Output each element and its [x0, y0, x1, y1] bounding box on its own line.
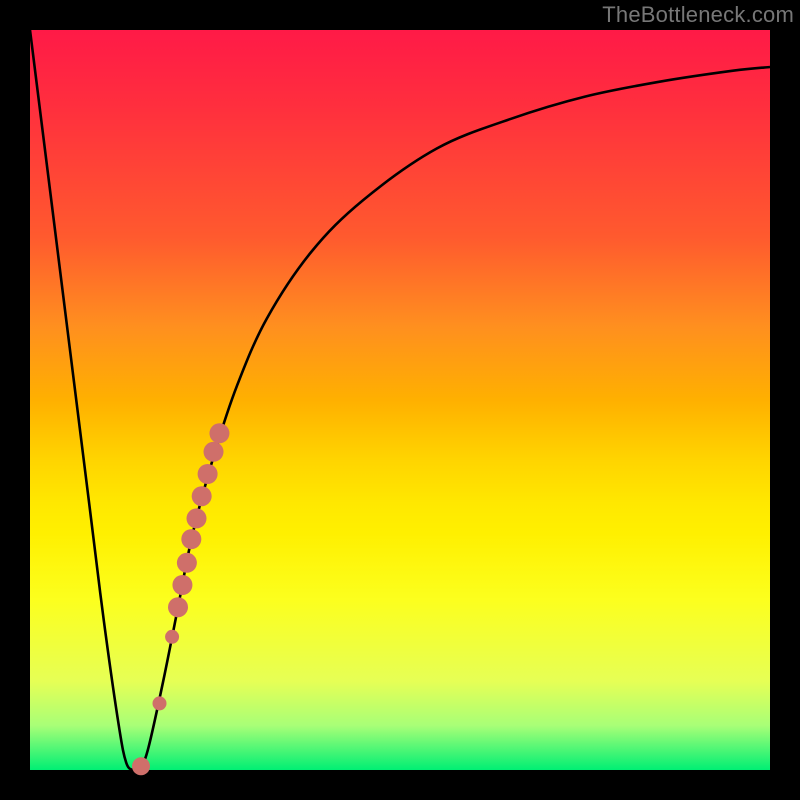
bottleneck-curve: [30, 30, 770, 770]
highlight-dot: [204, 442, 224, 462]
highlight-dot: [153, 696, 167, 710]
highlight-dot: [181, 529, 201, 549]
highlight-dot: [132, 757, 150, 775]
highlight-dot: [209, 423, 229, 443]
highlight-dots: [132, 423, 229, 775]
highlight-dot: [177, 553, 197, 573]
highlight-dot: [187, 508, 207, 528]
highlight-dot: [192, 486, 212, 506]
plot-area: [30, 30, 770, 770]
highlight-dot: [165, 630, 179, 644]
highlight-dot: [172, 575, 192, 595]
highlight-dot: [198, 464, 218, 484]
highlight-dot: [168, 597, 188, 617]
chart-svg: [30, 30, 770, 770]
watermark-text: TheBottleneck.com: [602, 2, 794, 28]
chart-frame: TheBottleneck.com: [0, 0, 800, 800]
